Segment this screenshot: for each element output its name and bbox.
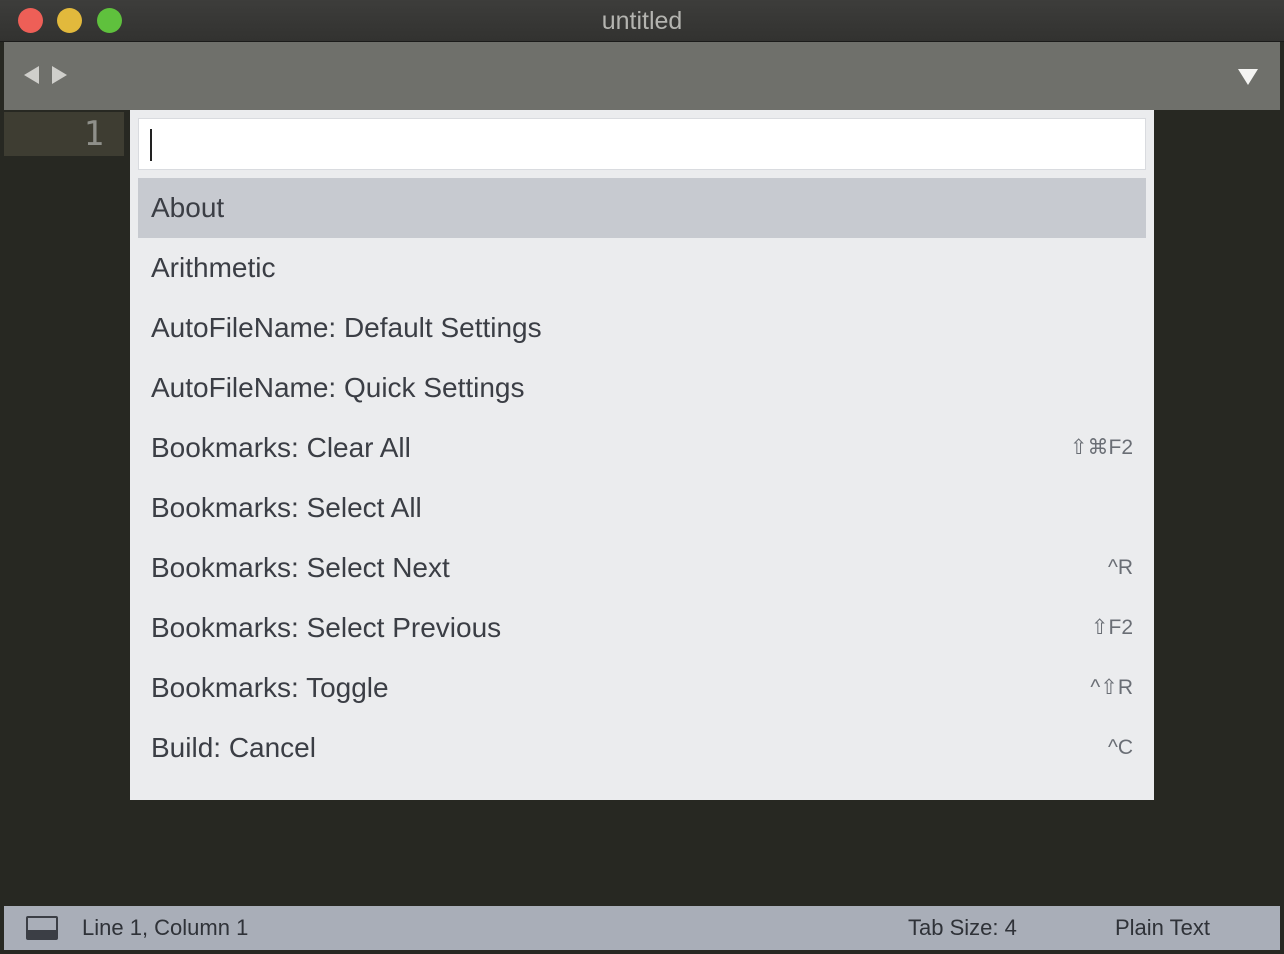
command-label: Bookmarks: Select Next (151, 552, 450, 583)
command-item-autofilename-quick-settings[interactable]: AutoFileName: Quick Settings (138, 358, 1146, 418)
editor-window: untitled 1 About Arithmetic AutoFileName… (0, 0, 1284, 954)
command-label: Bookmarks: Select Previous (151, 612, 502, 643)
tab-size-selector[interactable]: Tab Size: 4 (908, 906, 1017, 950)
syntax-selector[interactable]: Plain Text (1115, 906, 1210, 950)
command-label: Arithmetic (151, 252, 276, 283)
title-bar: untitled (0, 0, 1284, 42)
command-label: Bookmarks: Clear All (151, 432, 411, 463)
command-palette-input[interactable] (138, 118, 1146, 170)
command-item-arithmetic[interactable]: Arithmetic (138, 238, 1146, 298)
command-label: Build: Cancel (151, 732, 316, 763)
tab-bar (4, 42, 1280, 110)
command-label: About (151, 192, 225, 223)
command-label: AutoFileName: Quick Settings (151, 372, 525, 403)
command-item-autofilename-default-settings[interactable]: AutoFileName: Default Settings (138, 298, 1146, 358)
command-list: About Arithmetic AutoFileName: Default S… (138, 178, 1146, 778)
command-label: Bookmarks: Toggle (151, 672, 389, 703)
command-item-about[interactable]: About (138, 178, 1146, 238)
line-number: 1 (83, 114, 104, 154)
panel-toggle-icon[interactable] (26, 916, 58, 940)
cursor-position: Line 1, Column 1 (82, 915, 249, 940)
command-item-bookmarks-clear-all[interactable]: Bookmarks: Clear All ⇧⌘F2 (138, 418, 1146, 478)
command-label: AutoFileName: Default Settings (151, 312, 542, 343)
command-shortcut: ^⇧R (1090, 676, 1133, 699)
forward-arrow-icon[interactable] (52, 66, 67, 84)
command-item-bookmarks-select-previous[interactable]: Bookmarks: Select Previous ⇧F2 (138, 598, 1146, 658)
command-shortcut: ⇧F2 (1090, 616, 1133, 639)
command-item-bookmarks-toggle[interactable]: Bookmarks: Toggle ^⇧R (138, 658, 1146, 718)
command-palette: About Arithmetic AutoFileName: Default S… (130, 110, 1154, 800)
status-bar: Line 1, Column 1 Tab Size: 4 Plain Text (4, 906, 1280, 950)
command-shortcut: ^C (1107, 736, 1133, 759)
command-item-build-cancel[interactable]: Build: Cancel ^C (138, 718, 1146, 778)
tab-menu-dropdown-icon[interactable] (1238, 69, 1258, 85)
command-shortcut: ⇧⌘F2 (1069, 436, 1133, 459)
window-title: untitled (601, 7, 683, 35)
command-item-bookmarks-select-next[interactable]: Bookmarks: Select Next ^R (138, 538, 1146, 598)
command-label: Bookmarks: Select All (151, 492, 422, 523)
back-arrow-icon[interactable] (24, 66, 39, 84)
text-caret (150, 129, 152, 161)
command-item-bookmarks-select-all[interactable]: Bookmarks: Select All (138, 478, 1146, 538)
command-shortcut: ^R (1107, 556, 1133, 579)
